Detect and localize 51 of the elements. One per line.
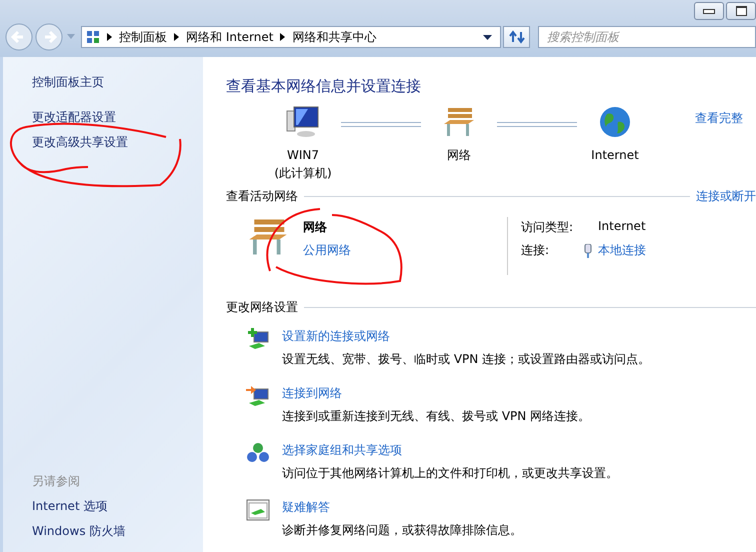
sidebar-link[interactable]: 控制面板主页	[32, 70, 104, 95]
connect-icon	[246, 385, 270, 407]
task-link[interactable]: 疑难解答	[282, 499, 522, 516]
plug-icon	[584, 244, 592, 258]
section-heading: 更改网络设置	[226, 299, 298, 316]
access-type-label: 访问类型:	[521, 219, 574, 236]
section-heading: 查看活动网络	[226, 188, 298, 205]
task-description: 诊断并修复网络问题，或获得故障排除信息。	[282, 522, 522, 539]
breadcrumb-item[interactable]: 网络和共享中心	[292, 28, 376, 46]
view-full-map-link[interactable]: 查看完整	[695, 110, 743, 127]
breadcrumb-arrow-icon[interactable]	[280, 33, 286, 41]
maximize-button[interactable]	[726, 2, 756, 20]
map-node-label: WIN7	[286, 147, 319, 164]
control-panel-icon	[86, 30, 100, 44]
network-type-link[interactable]: 公用网络	[303, 242, 351, 259]
sidebar-link[interactable]: Windows 防火墙	[32, 519, 126, 544]
task-description: 访问位于其他网络计算机上的文件和打印机，或更改共享设置。	[282, 465, 618, 482]
map-node-label: (此计算机)	[274, 165, 332, 182]
breadcrumb-item[interactable]: 控制面板	[119, 28, 167, 46]
sidebar-link[interactable]: 更改高级共享设置	[32, 130, 128, 155]
refresh-icon	[508, 30, 524, 44]
map-node-label: Internet	[591, 147, 639, 164]
task-description: 设置无线、宽带、拨号、临时或 VPN 连接；或设置路由器或访问点。	[282, 351, 650, 368]
address-dropdown-icon[interactable]	[483, 34, 492, 40]
new-connection-icon	[246, 328, 270, 350]
breadcrumb-item[interactable]: 网络和 Internet	[186, 28, 274, 46]
task-link[interactable]: 选择家庭组和共享选项	[282, 442, 618, 459]
troubleshoot-icon	[246, 499, 270, 521]
computer-icon[interactable]	[286, 106, 320, 138]
page-title: 查看基本网络信息并设置连接	[226, 77, 421, 96]
sidebar-link[interactable]: 更改适配器设置	[32, 105, 116, 130]
local-connection-link[interactable]: 本地连接	[598, 242, 646, 259]
minimize-button[interactable]	[694, 2, 724, 20]
task-link[interactable]: 设置新的连接或网络	[282, 328, 650, 345]
refresh-button[interactable]	[503, 26, 530, 48]
see-also-heading: 另请参阅	[32, 473, 80, 490]
access-type-value: Internet	[598, 219, 646, 235]
connections-label: 连接:	[521, 242, 550, 259]
sidebar-link[interactable]: Internet 选项	[32, 494, 108, 519]
address-bar[interactable]: 控制面板 网络和 Internet 网络和共享中心	[81, 26, 501, 48]
breadcrumb-arrow-icon[interactable]	[107, 33, 112, 41]
search-field[interactable]: 搜索控制面板	[538, 26, 756, 48]
bench-icon[interactable]	[442, 106, 476, 138]
homegroup-icon	[246, 442, 270, 464]
connect-disconnect-link[interactable]: 连接或断开	[696, 188, 756, 205]
task-link[interactable]: 连接到网络	[282, 385, 590, 402]
breadcrumb-arrow-icon[interactable]	[174, 33, 179, 41]
network-name: 网络	[303, 219, 328, 236]
globe-icon[interactable]	[599, 106, 631, 138]
task-description: 连接到或重新连接到无线、有线、拨号或 VPN 网络连接。	[282, 408, 590, 425]
map-node-label: 网络	[447, 147, 471, 164]
